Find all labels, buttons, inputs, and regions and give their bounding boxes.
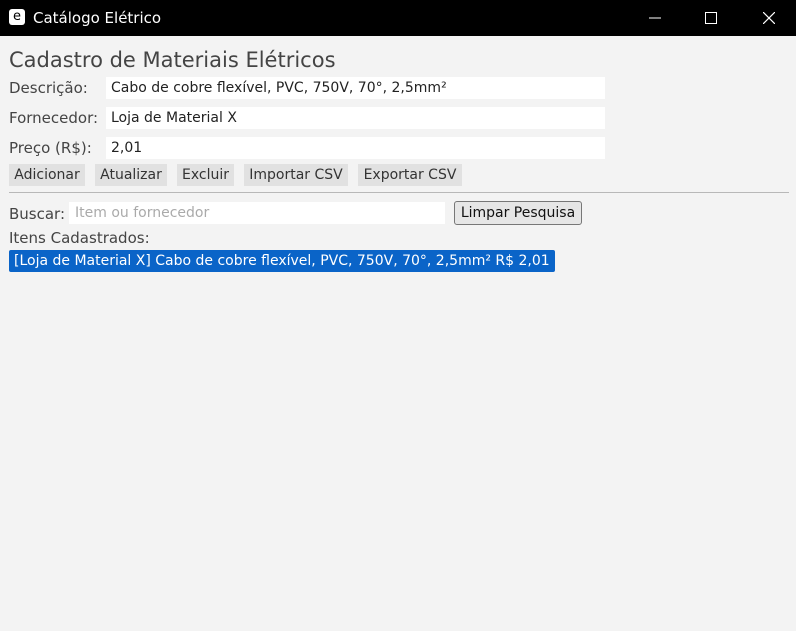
items-list-label: Itens Cadastrados: [9,229,150,247]
items-list[interactable]: [Loja de Material X] Cabo de cobre flexí… [9,250,789,620]
search-label: Buscar: [9,205,66,223]
add-button[interactable]: Adicionar [9,164,85,186]
window-title: Catálogo Elétrico [33,9,162,27]
close-icon [763,12,775,24]
preco-field[interactable] [106,137,605,159]
page-title: Cadastro de Materiais Elétricos [9,48,336,72]
export-csv-button[interactable]: Exportar CSV [358,164,462,186]
app-icon: e [9,9,25,25]
search-input[interactable] [69,202,445,224]
fornecedor-field[interactable] [106,107,605,129]
update-button[interactable]: Atualizar [95,164,167,186]
maximize-icon [705,12,717,24]
maximize-button[interactable] [688,0,734,36]
close-button[interactable] [746,0,792,36]
descricao-label: Descrição: [9,79,88,97]
delete-button[interactable]: Excluir [177,164,234,186]
minimize-button[interactable] [632,0,678,36]
fornecedor-label: Fornecedor: [9,109,99,127]
title-bar: e Catálogo Elétrico [0,0,796,36]
list-item[interactable]: [Loja de Material X] Cabo de cobre flexí… [9,250,555,272]
import-csv-button[interactable]: Importar CSV [244,164,348,186]
preco-label: Preço (R$): [9,139,92,157]
minimize-icon [649,17,661,19]
clear-search-button[interactable]: Limpar Pesquisa [454,201,582,225]
separator [9,192,789,193]
descricao-field[interactable] [106,77,605,99]
